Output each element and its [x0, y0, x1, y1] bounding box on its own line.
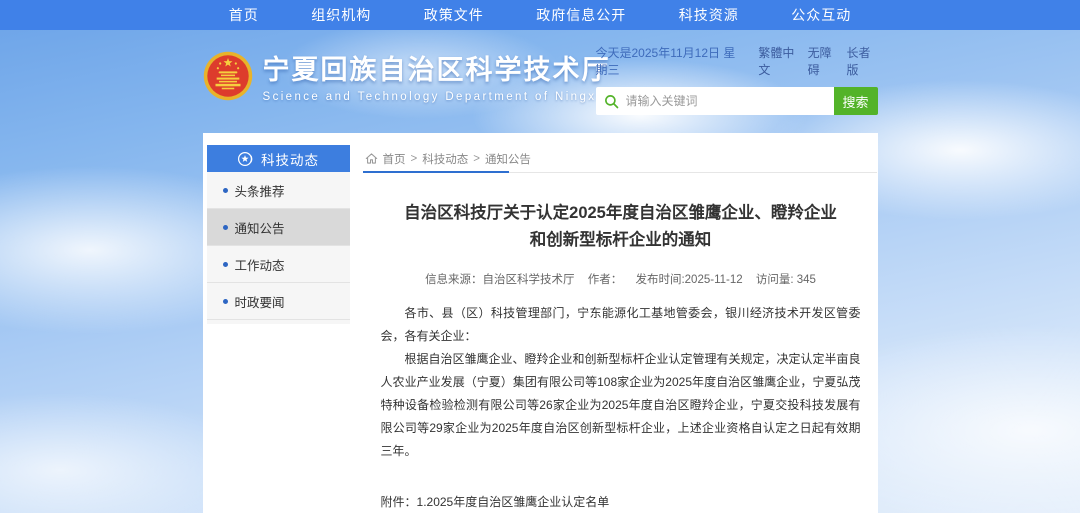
search-icon — [604, 94, 619, 109]
bullet-icon — [223, 188, 228, 193]
nav-item-policy[interactable]: 政策文件 — [424, 5, 484, 25]
breadcrumb-separator: > — [411, 153, 418, 165]
meta-publish-time: 发布时间:2025-11-12 — [635, 274, 742, 286]
breadcrumb-notices[interactable]: 通知公告 — [485, 151, 531, 167]
link-traditional-chinese[interactable]: 繁體中文 — [758, 44, 799, 78]
article-title-line1: 自治区科技厅关于认定2025年度自治区雏鹰企业、瞪羚企业 — [381, 200, 861, 227]
article-paragraph: 根据自治区雏鹰企业、瞪羚企业和创新型标杆企业认定管理有关规定，决定认定半亩良人农… — [381, 348, 861, 463]
site-subtitle: Science and Technology Department of Nin… — [263, 91, 611, 103]
sidebar-title: 科技动态 — [261, 149, 319, 169]
article-title-line2: 和创新型标杆企业的通知 — [381, 227, 861, 254]
nav-item-organization[interactable]: 组织机构 — [311, 5, 371, 25]
breadcrumb-home[interactable]: 首页 — [383, 151, 406, 167]
sidebar-header: 科技动态 — [207, 145, 350, 172]
nav-item-home[interactable]: 首页 — [229, 5, 259, 25]
sidebar-item-work-news[interactable]: 工作动态 — [207, 246, 350, 283]
search-input[interactable] — [626, 94, 826, 108]
sidebar-item-politics-news[interactable]: 时政要闻 — [207, 283, 350, 320]
site-header: 宁夏回族自治区科学技术厅 Science and Technology Depa… — [203, 30, 878, 133]
national-emblem-logo — [203, 51, 253, 101]
article-title: 自治区科技厅关于认定2025年度自治区雏鹰企业、瞪羚企业 和创新型标杆企业的通知 — [381, 200, 861, 254]
article-body: 各市、县（区）科技管理部门，宁东能源化工基地管委会，银川经济技术开发区管委会，各… — [381, 302, 861, 463]
attachments-label: 附件： — [381, 493, 417, 513]
home-icon — [365, 152, 378, 165]
site-brand: 宁夏回族自治区科学技术厅 Science and Technology Depa… — [203, 48, 611, 103]
search-button[interactable]: 搜索 — [834, 87, 878, 115]
nav-item-gov-info[interactable]: 政府信息公开 — [536, 5, 626, 25]
star-circle-icon — [237, 151, 253, 167]
bullet-icon — [223, 262, 228, 267]
sidebar-item-label: 时政要闻 — [235, 292, 285, 311]
article-paragraph: 各市、县（区）科技管理部门，宁东能源化工基地管委会，银川经济技术开发区管委会，各… — [381, 302, 861, 348]
breadcrumb: 首页 > 科技动态 > 通知公告 — [363, 145, 877, 173]
current-date: 今天是2025年11月12日 星期三 — [596, 44, 737, 78]
article-meta: 信息来源：自治区科学技术厅 作者： 发布时间:2025-11-12 访问量: 3… — [381, 271, 861, 287]
article: 自治区科技厅关于认定2025年度自治区雏鹰企业、瞪羚企业 和创新型标杆企业的通知… — [363, 200, 877, 513]
top-nav: 首页 组织机构 政策文件 政府信息公开 科技资源 公众互动 — [0, 0, 1080, 30]
breadcrumb-tech-news[interactable]: 科技动态 — [422, 151, 468, 167]
sidebar-item-label: 头条推荐 — [235, 181, 285, 200]
sidebar-item-label: 工作动态 — [235, 255, 285, 274]
attachments: 附件： 1.2025年度自治区雏鹰企业认定名单 2.2025年度自治区瞪羚企业认… — [381, 493, 861, 513]
meta-author: 作者： — [588, 274, 623, 286]
meta-source: 信息来源：自治区科学技术厅 — [425, 274, 575, 286]
link-accessibility[interactable]: 无障碍 — [808, 44, 839, 78]
bullet-icon — [223, 225, 228, 230]
link-elderly-version[interactable]: 长者版 — [847, 44, 878, 78]
sidebar: 科技动态 头条推荐 通知公告 工作动态 时政要闻 — [207, 145, 350, 324]
bullet-icon — [223, 299, 228, 304]
nav-item-interaction[interactable]: 公众互动 — [791, 5, 851, 25]
breadcrumb-separator: > — [473, 153, 480, 165]
sidebar-item-label: 通知公告 — [235, 218, 285, 237]
sidebar-item-headlines[interactable]: 头条推荐 — [207, 172, 350, 209]
site-title: 宁夏回族自治区科学技术厅 — [263, 48, 611, 87]
meta-views: 访问量: 345 — [756, 274, 816, 286]
sidebar-item-notices[interactable]: 通知公告 — [207, 209, 350, 246]
main-container: 科技动态 头条推荐 通知公告 工作动态 时政要闻 — [203, 133, 878, 513]
attachment-link-1[interactable]: 1.2025年度自治区雏鹰企业认定名单 — [417, 493, 646, 512]
nav-item-resources[interactable]: 科技资源 — [679, 5, 739, 25]
